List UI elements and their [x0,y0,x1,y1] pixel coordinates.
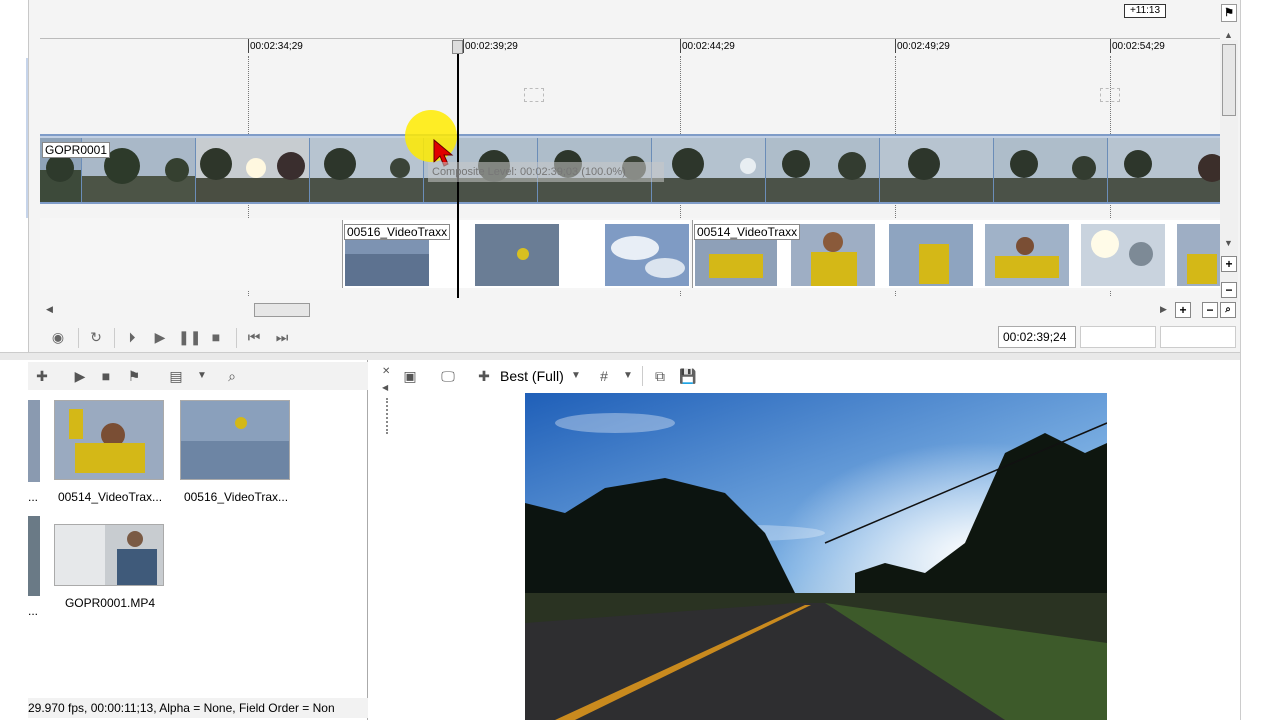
external-monitor-icon[interactable]: 🖵 [438,366,458,386]
selection-start-box [1080,326,1156,348]
separator [78,328,79,348]
separator [642,366,643,386]
timeline-horizontal-scrollbar[interactable] [40,300,1220,318]
previous-frame-icon[interactable]: ⏮ [244,328,264,346]
ruler-label: 00:02:49;29 [897,41,950,52]
zoom-in-track-button[interactable]: + [1221,256,1237,272]
track2-clip-label-00516: 00516_VideoTraxx [344,224,451,240]
left-strip [0,0,29,720]
ruler-tick [248,39,249,53]
fx-icon[interactable]: ✚ [474,366,494,386]
clip-frame [1108,138,1220,202]
separator [114,328,115,348]
scroll-down-icon[interactable]: ▼ [1224,238,1233,248]
chevron-down-icon[interactable]: ▼ [568,366,584,386]
chevron-down-icon[interactable]: ▼ [192,366,212,386]
panel-menu-icon[interactable]: ◀ [382,378,388,398]
media-thumbnail [54,400,164,480]
time-ruler[interactable]: 00:02:34;29 00:02:39;29 00:02:44;29 00:0… [40,38,1220,56]
media-item-name: 00514_VideoTrax... [57,490,163,504]
video-track-2[interactable] [40,218,1221,290]
record-icon[interactable]: ◉ [48,328,68,346]
selection-length-box [1160,326,1236,348]
pause-icon[interactable]: ❚❚ [178,328,201,346]
zoom-out-track-button[interactable]: − [1221,282,1237,298]
track2-clip-label-00514: 00514_VideoTraxx [694,224,801,240]
separator [236,328,237,348]
duration-badge: +11:13 [1124,4,1166,18]
ruler-tick [680,39,681,53]
clip-frame [605,224,689,286]
next-frame-icon[interactable]: ⏭ [272,328,292,346]
playhead-handle[interactable] [452,40,463,54]
ruler-tick [1110,39,1111,53]
scroll-up-icon[interactable]: ▲ [1224,30,1233,40]
ruler-label: 00:02:44;29 [682,41,735,52]
partial-item-label: ... [28,604,39,618]
clip-frame [475,224,559,286]
view-icon[interactable]: ▤ [166,366,186,386]
marker-flag-button[interactable]: ⚑ [1221,4,1237,22]
copy-snapshot-icon[interactable]: ⧉ [650,366,670,386]
clip-frame [766,138,880,202]
vertical-scroll-thumb[interactable] [1222,44,1236,116]
chevron-down-icon[interactable]: ▼ [620,366,636,386]
play-from-start-icon[interactable]: ⏵ [122,328,142,346]
right-edge [1240,0,1280,720]
track1-clip-label: GOPR0001 [42,142,111,158]
current-time-readout: 00:02:39;24 [998,326,1076,348]
loop-icon[interactable]: ↻ [86,328,106,346]
composite-level-tooltip: Composite Level: 00:02:39;03 (100.0%) [428,162,664,182]
partial-thumbnail[interactable] [28,400,40,482]
ruler-label: 00:02:54;29 [1112,41,1165,52]
play-icon[interactable]: ▶ [150,328,170,346]
clip-frame [889,224,973,286]
zoom-in-time-button[interactable]: + [1175,302,1191,318]
auto-preview-icon[interactable]: ⚑ [124,366,144,386]
film-icon [524,88,544,102]
zoom-tool-icon[interactable]: ⌕ [1220,302,1236,318]
clip-frame [791,224,875,286]
media-thumbnail [54,524,164,586]
ruler-tick [463,39,464,53]
clip-frame [1081,224,1165,286]
import-icon[interactable]: ✚ [32,366,52,386]
partial-item-label: ... [28,490,39,504]
panel-grip[interactable] [386,398,388,434]
media-status-line: 29.970 fps, 00:00:11;13, Alpha = None, F… [28,698,368,718]
media-thumbnail [180,400,290,480]
clip-frame [1177,224,1221,286]
panel-divider[interactable] [0,352,1240,360]
clip-frame [994,138,1108,202]
clip-frame [652,138,766,202]
search-icon[interactable]: ⌕ [222,366,242,386]
clip-frame [880,138,994,202]
partial-thumbnail[interactable] [28,516,40,596]
scroll-left-icon[interactable]: ◀ [46,304,53,315]
media-item-00514[interactable]: 00514_VideoTrax... [54,400,166,504]
ruler-label: 00:02:34;29 [250,41,303,52]
preview-settings-icon[interactable]: ▣ [400,366,420,386]
media-item-name: 00516_VideoTrax... [183,490,289,504]
ruler-label: 00:02:39;29 [465,41,518,52]
preview-quality-dropdown[interactable]: Best (Full) [500,366,564,386]
overlays-icon[interactable]: # [594,366,614,386]
media-item-00516[interactable]: 00516_VideoTrax... [180,400,292,504]
clip-frame [985,224,1069,286]
play-icon[interactable]: ▶ [70,366,90,386]
clip-frame [196,138,310,202]
media-item-gopr0001[interactable]: GOPR0001.MP4 [54,524,166,610]
scroll-right-icon[interactable]: ▶ [1160,304,1167,315]
stop-icon[interactable]: ■ [96,366,116,386]
ruler-tick [895,39,896,53]
stop-icon[interactable]: ■ [206,328,226,346]
zoom-out-time-button[interactable]: − [1202,302,1218,318]
preview-video-frame [525,393,1107,720]
horizontal-scroll-thumb[interactable] [254,303,310,317]
save-snapshot-icon[interactable]: 💾 [678,366,698,386]
media-item-name: GOPR0001.MP4 [64,596,156,610]
film-icon [1100,88,1120,102]
